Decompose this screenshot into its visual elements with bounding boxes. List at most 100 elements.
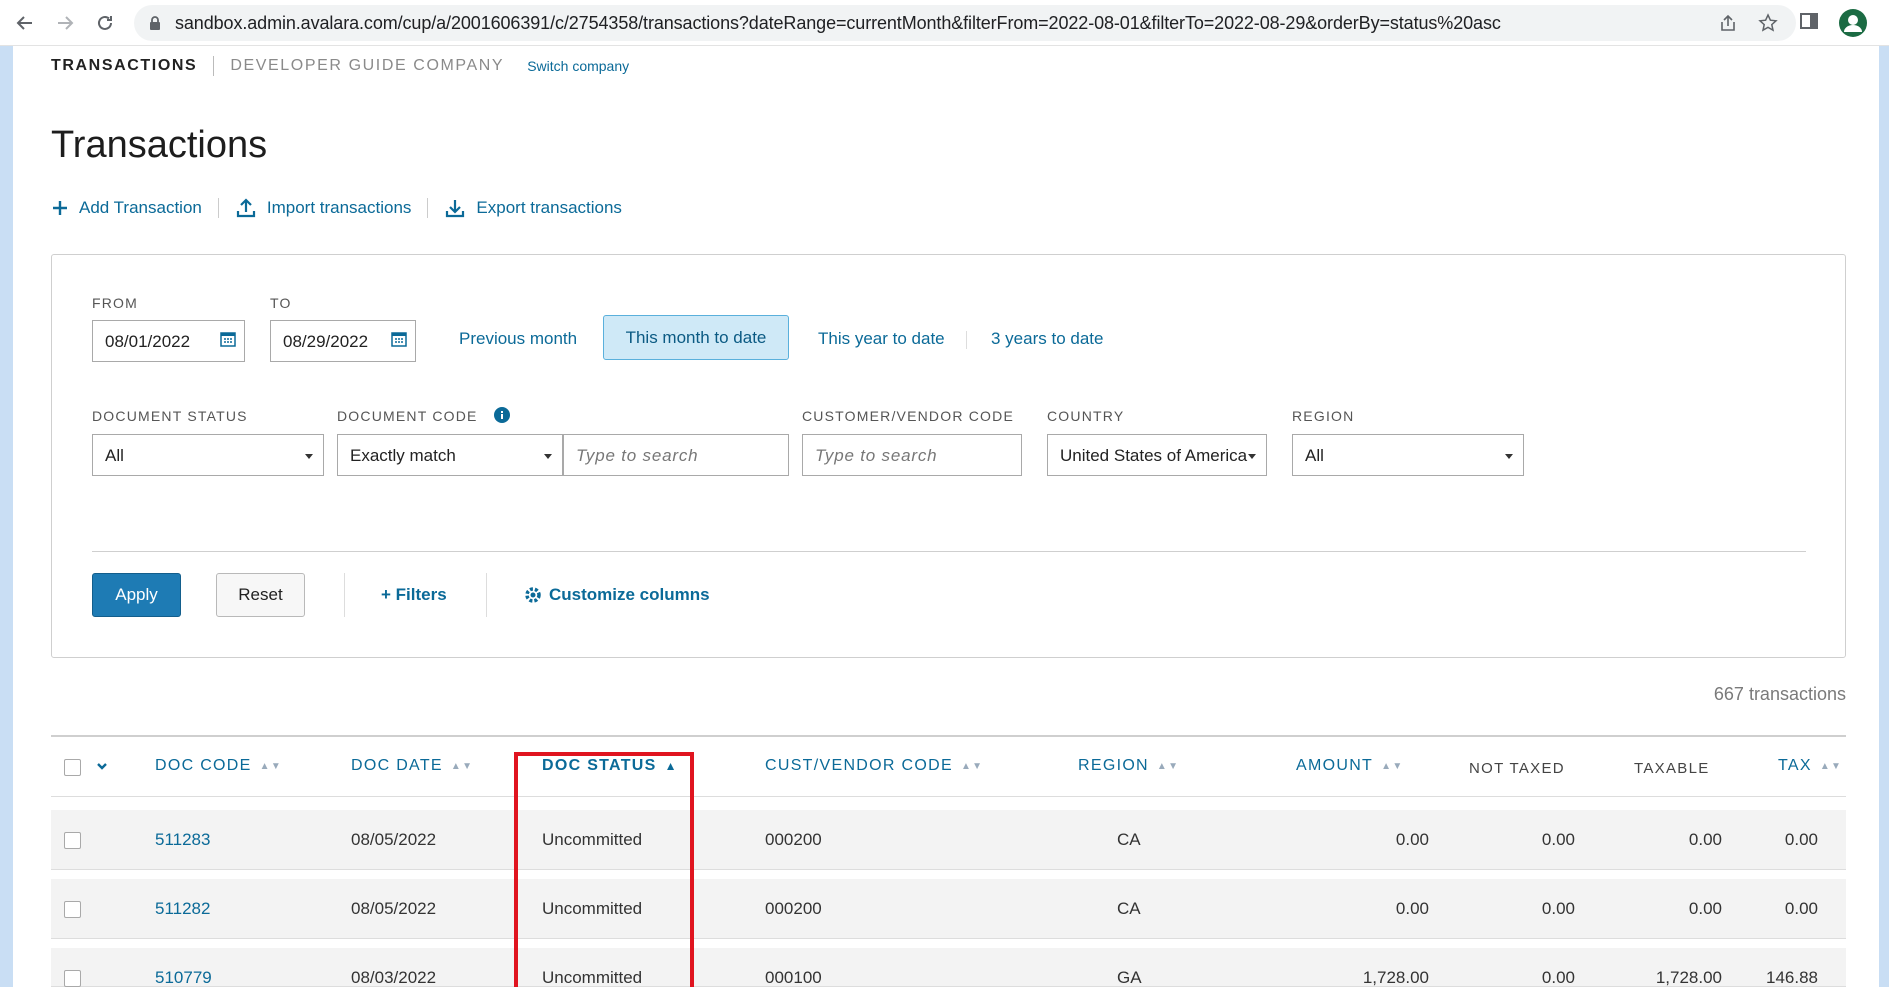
doc-code-link[interactable]: 510779 xyxy=(155,968,212,987)
customer-vendor-code-label: CUSTOMER/VENDOR CODE xyxy=(802,408,1014,424)
add-filters-link[interactable]: + Filters xyxy=(381,585,447,605)
table-header: DOC CODE ▲▼ DOC DATE ▲▼ DOC STATUS ▲ CUST/V… xyxy=(51,737,1846,797)
column-header-label: DOC CODE xyxy=(155,757,252,774)
column-header-doc-date[interactable]: DOC DATE ▲▼ xyxy=(351,757,473,775)
country-value: United States of America xyxy=(1060,446,1248,465)
this-year-to-date-button[interactable]: This year to date xyxy=(818,329,945,349)
cust-vendor-code-cell: 000200 xyxy=(765,830,822,849)
reload-icon[interactable] xyxy=(92,10,118,36)
customize-columns-label: Customize columns xyxy=(549,585,710,604)
column-header-label: CUST/VENDOR CODE xyxy=(765,757,953,774)
page-actions: Add Transaction Import transactions Expo… xyxy=(51,197,622,219)
column-header-tax[interactable]: TAX ▲▼ xyxy=(1778,757,1842,775)
doc-code-link[interactable]: 511283 xyxy=(155,830,210,850)
document-code-match-select[interactable]: Exactly match xyxy=(337,434,563,476)
calendar-icon[interactable] xyxy=(391,331,407,352)
panel-divider xyxy=(92,551,1806,552)
forward-icon[interactable] xyxy=(52,10,78,36)
column-header-label: DOC DATE xyxy=(351,757,443,774)
region-label: REGION xyxy=(1292,408,1355,424)
this-month-to-date-button[interactable]: This month to date xyxy=(603,315,789,360)
side-panel-icon[interactable] xyxy=(1798,10,1824,36)
left-frame-stripe xyxy=(0,46,13,987)
column-header-amount[interactable]: AMOUNT ▲▼ xyxy=(1296,757,1404,775)
add-transaction-link[interactable]: Add Transaction xyxy=(51,198,202,218)
doc-status-highlight-box xyxy=(514,752,694,987)
from-label: FROM xyxy=(92,295,139,311)
column-header-label: TAX xyxy=(1778,757,1812,774)
table-row[interactable]: 510779 08/03/2022 Uncommitted 000100 GA … xyxy=(51,948,1846,987)
chevron-down-icon xyxy=(305,454,313,459)
not-taxed-cell: 0.00 xyxy=(1541,968,1575,987)
export-transactions-link[interactable]: Export transactions xyxy=(444,197,622,219)
document-code-search-input[interactable]: Type to search xyxy=(563,434,789,476)
reset-button[interactable]: Reset xyxy=(216,573,305,617)
table-row[interactable]: 511283 08/05/2022 Uncommitted 000200 CA … xyxy=(51,810,1846,870)
country-select[interactable]: United States of America xyxy=(1047,434,1267,476)
tax-cell: 0.00 xyxy=(1784,830,1818,849)
three-years-to-date-button[interactable]: 3 years to date xyxy=(991,329,1103,349)
transaction-count: 667 transactions xyxy=(1713,684,1846,704)
share-icon[interactable] xyxy=(1718,13,1738,33)
to-date-value: 08/29/2022 xyxy=(283,332,369,351)
row-checkbox[interactable] xyxy=(64,970,81,987)
row-checkbox[interactable] xyxy=(64,901,81,918)
region-select[interactable]: All xyxy=(1292,434,1524,476)
upload-icon xyxy=(236,198,255,218)
region-cell: CA xyxy=(1117,830,1141,849)
doc-date-cell: 08/03/2022 xyxy=(351,968,437,987)
import-transactions-link[interactable]: Import transactions xyxy=(235,197,411,219)
breadcrumb-company: DEVELOPER GUIDE COMPANY xyxy=(230,57,505,74)
switch-company-link[interactable]: Switch company xyxy=(527,58,629,74)
taxable-cell: 0.00 xyxy=(1688,899,1722,918)
address-bar[interactable]: sandbox.admin.avalara.com/cup/a/20016063… xyxy=(134,5,1796,41)
column-header-label: AMOUNT xyxy=(1296,757,1374,774)
select-all-checkbox[interactable] xyxy=(64,759,81,776)
calendar-icon[interactable] xyxy=(220,331,236,352)
back-icon[interactable] xyxy=(12,10,38,36)
info-icon[interactable] xyxy=(494,407,510,428)
document-status-select[interactable]: All xyxy=(92,434,324,476)
plus-icon xyxy=(53,201,67,215)
from-date-input[interactable]: 08/01/2022 xyxy=(92,320,245,362)
chevron-down-icon[interactable] xyxy=(95,759,109,778)
region-cell: CA xyxy=(1117,899,1141,918)
sort-icon: ▲▼ xyxy=(1381,760,1404,772)
page-title: Transactions xyxy=(51,124,268,166)
table-row[interactable]: 511282 08/05/2022 Uncommitted 000200 CA … xyxy=(51,879,1846,939)
column-header-doc-code[interactable]: DOC CODE ▲▼ xyxy=(155,757,282,775)
to-date-input[interactable]: 08/29/2022 xyxy=(270,320,416,362)
customize-columns-link[interactable]: Customize columns xyxy=(523,585,710,605)
filter-panel: FROM 08/01/2022 TO 08/29/2022 Previous m… xyxy=(51,254,1846,658)
sort-icon: ▲▼ xyxy=(259,760,283,772)
column-header-region[interactable]: REGION ▲▼ xyxy=(1078,757,1179,775)
add-transaction-label: Add Transaction xyxy=(79,198,202,217)
previous-month-button[interactable]: Previous month xyxy=(459,329,577,349)
right-frame-stripe xyxy=(1879,46,1889,987)
column-header-taxable: TAXABLE xyxy=(1634,760,1710,777)
sort-icon: ▲▼ xyxy=(960,760,984,772)
not-taxed-cell: 0.00 xyxy=(1541,830,1575,849)
apply-button[interactable]: Apply xyxy=(92,573,181,617)
button-divider xyxy=(344,573,345,617)
quick-divider xyxy=(966,331,967,349)
region-value: All xyxy=(1305,446,1324,465)
lock-icon xyxy=(148,15,162,36)
document-code-label: DOCUMENT CODE xyxy=(337,408,478,424)
column-header-not-taxed: NOT TAXED xyxy=(1469,760,1565,777)
button-divider xyxy=(486,573,487,617)
sort-icon: ▲▼ xyxy=(1156,760,1180,772)
customer-vendor-code-input[interactable]: Type to search xyxy=(802,434,1022,476)
chevron-down-icon xyxy=(544,454,552,459)
gear-icon xyxy=(525,587,541,603)
column-header-cust-vendor-code[interactable]: CUST/VENDOR CODE ▲▼ xyxy=(765,757,983,775)
profile-avatar-icon[interactable] xyxy=(1838,8,1868,38)
chevron-down-icon xyxy=(1248,454,1256,459)
bookmark-star-icon[interactable] xyxy=(1758,13,1778,33)
action-divider xyxy=(427,198,429,218)
chevron-down-icon xyxy=(1505,454,1513,459)
breadcrumb-divider xyxy=(213,56,215,76)
breadcrumb-section: TRANSACTIONS xyxy=(51,57,198,74)
doc-code-link[interactable]: 511282 xyxy=(155,899,210,919)
row-checkbox[interactable] xyxy=(64,832,81,849)
